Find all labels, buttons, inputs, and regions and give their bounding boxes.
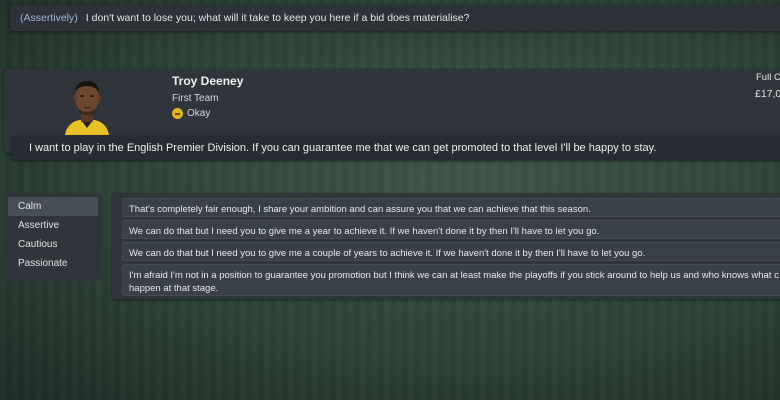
- response-option-2[interactable]: We can do that but I need you to give me…: [122, 220, 780, 239]
- contract-type: Full C: [756, 72, 780, 83]
- player-status: Okay: [172, 108, 210, 119]
- contract-wage: £17,00: [755, 88, 780, 100]
- response-option-3[interactable]: We can do that but I need you to give me…: [122, 242, 780, 261]
- player-status-label: Okay: [187, 108, 211, 119]
- tone-selector: Calm Assertive Cautious Passionate: [4, 193, 102, 281]
- manager-question-bar: (Assertively) I don't want to lose you; w…: [10, 5, 780, 31]
- player-squad: First Team: [172, 93, 219, 104]
- question-text: I don't want to lose you; what will it t…: [85, 12, 470, 24]
- tone-option-calm[interactable]: Calm: [8, 197, 98, 216]
- response-options: That's completely fair enough, I share y…: [112, 193, 780, 299]
- player-name[interactable]: Troy Deeney: [172, 74, 243, 88]
- player-reply-text: I want to play in the English Premier Di…: [29, 142, 657, 154]
- tone-option-passionate[interactable]: Passionate: [8, 254, 98, 273]
- player-reply: I want to play in the English Premier Di…: [12, 136, 780, 160]
- tone-option-cautious[interactable]: Cautious: [8, 235, 98, 254]
- question-tone: (Assertively): [20, 12, 78, 24]
- player-portrait[interactable]: [59, 73, 115, 135]
- response-option-4[interactable]: I'm afraid I'm not in a position to guar…: [122, 264, 780, 296]
- response-option-1[interactable]: That's completely fair enough, I share y…: [122, 198, 780, 217]
- morale-okay-icon: [172, 108, 183, 119]
- tone-option-assertive[interactable]: Assertive: [8, 216, 98, 235]
